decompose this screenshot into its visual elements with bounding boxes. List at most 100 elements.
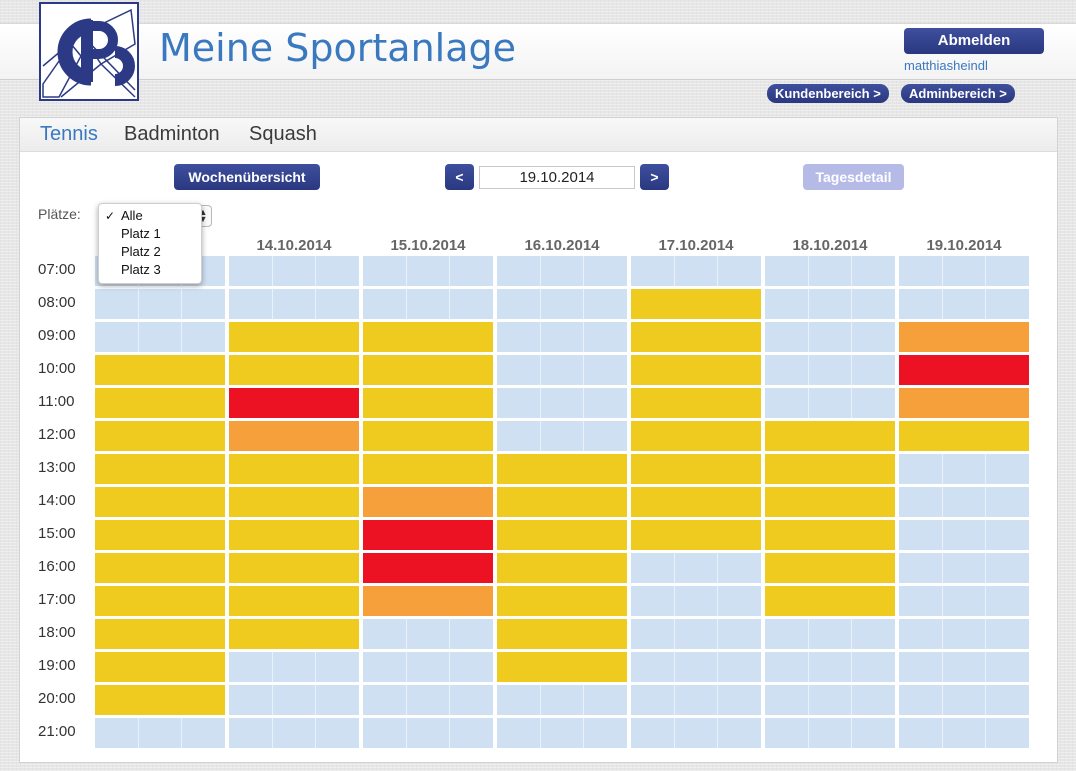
timeslot-cell[interactable] bbox=[95, 322, 225, 352]
timeslot-cell[interactable] bbox=[229, 619, 359, 649]
timeslot-cell[interactable] bbox=[631, 487, 761, 517]
logo[interactable] bbox=[39, 2, 139, 101]
timeslot-cell[interactable] bbox=[363, 322, 493, 352]
timeslot-cell[interactable] bbox=[229, 256, 359, 286]
tab-squash[interactable]: Squash bbox=[249, 123, 317, 146]
timeslot-cell[interactable] bbox=[631, 289, 761, 319]
timeslot-cell[interactable] bbox=[229, 355, 359, 385]
timeslot-cell[interactable] bbox=[497, 289, 627, 319]
timeslot-cell[interactable] bbox=[497, 421, 627, 451]
timeslot-cell[interactable] bbox=[229, 553, 359, 583]
timeslot-cell[interactable] bbox=[363, 586, 493, 616]
timeslot-cell[interactable] bbox=[631, 718, 761, 748]
username-link[interactable]: matthiasheindl bbox=[904, 58, 988, 73]
courts-dropdown[interactable]: ✓ Alle Platz 1 Platz 2 Platz 3 bbox=[98, 203, 202, 284]
timeslot-cell[interactable] bbox=[631, 619, 761, 649]
timeslot-cell[interactable] bbox=[765, 487, 895, 517]
timeslot-cell[interactable] bbox=[765, 652, 895, 682]
timeslot-cell[interactable] bbox=[899, 487, 1029, 517]
timeslot-cell[interactable] bbox=[229, 421, 359, 451]
timeslot-cell[interactable] bbox=[765, 619, 895, 649]
timeslot-cell[interactable] bbox=[765, 256, 895, 286]
timeslot-cell[interactable] bbox=[899, 586, 1029, 616]
timeslot-cell[interactable] bbox=[95, 487, 225, 517]
customer-area-button[interactable]: Kundenbereich > bbox=[767, 84, 889, 103]
timeslot-cell[interactable] bbox=[631, 652, 761, 682]
week-overview-button[interactable]: Wochenübersicht bbox=[174, 164, 320, 190]
timeslot-cell[interactable] bbox=[899, 619, 1029, 649]
timeslot-cell[interactable] bbox=[631, 256, 761, 286]
timeslot-cell[interactable] bbox=[497, 520, 627, 550]
timeslot-cell[interactable] bbox=[631, 553, 761, 583]
timeslot-cell[interactable] bbox=[899, 685, 1029, 715]
timeslot-cell[interactable] bbox=[95, 718, 225, 748]
timeslot-cell[interactable] bbox=[899, 421, 1029, 451]
timeslot-cell[interactable] bbox=[497, 652, 627, 682]
timeslot-cell[interactable] bbox=[229, 520, 359, 550]
timeslot-cell[interactable] bbox=[95, 586, 225, 616]
prev-day-button[interactable]: < bbox=[445, 164, 474, 190]
timeslot-cell[interactable] bbox=[497, 619, 627, 649]
timeslot-cell[interactable] bbox=[765, 553, 895, 583]
timeslot-cell[interactable] bbox=[497, 685, 627, 715]
timeslot-cell[interactable] bbox=[229, 454, 359, 484]
tab-badminton[interactable]: Badminton bbox=[124, 123, 220, 146]
timeslot-cell[interactable] bbox=[95, 520, 225, 550]
day-detail-button[interactable]: Tagesdetail bbox=[803, 164, 904, 190]
dropdown-option-platz-3[interactable]: Platz 3 bbox=[99, 261, 201, 279]
dropdown-option-platz-2[interactable]: Platz 2 bbox=[99, 243, 201, 261]
dropdown-option-platz-1[interactable]: Platz 1 bbox=[99, 225, 201, 243]
timeslot-cell[interactable] bbox=[899, 322, 1029, 352]
timeslot-cell[interactable] bbox=[363, 289, 493, 319]
timeslot-cell[interactable] bbox=[95, 421, 225, 451]
timeslot-cell[interactable] bbox=[631, 322, 761, 352]
timeslot-cell[interactable] bbox=[95, 619, 225, 649]
timeslot-cell[interactable] bbox=[497, 454, 627, 484]
timeslot-cell[interactable] bbox=[229, 487, 359, 517]
timeslot-cell[interactable] bbox=[765, 520, 895, 550]
timeslot-cell[interactable] bbox=[899, 553, 1029, 583]
timeslot-cell[interactable] bbox=[95, 388, 225, 418]
timeslot-cell[interactable] bbox=[899, 355, 1029, 385]
admin-area-button[interactable]: Adminbereich > bbox=[901, 84, 1015, 103]
timeslot-cell[interactable] bbox=[363, 685, 493, 715]
timeslot-cell[interactable] bbox=[497, 586, 627, 616]
timeslot-cell[interactable] bbox=[631, 388, 761, 418]
timeslot-cell[interactable] bbox=[363, 553, 493, 583]
timeslot-cell[interactable] bbox=[363, 355, 493, 385]
timeslot-cell[interactable] bbox=[631, 421, 761, 451]
timeslot-cell[interactable] bbox=[497, 256, 627, 286]
timeslot-cell[interactable] bbox=[363, 652, 493, 682]
timeslot-cell[interactable] bbox=[765, 322, 895, 352]
timeslot-cell[interactable] bbox=[899, 256, 1029, 286]
next-day-button[interactable]: > bbox=[640, 164, 669, 190]
timeslot-cell[interactable] bbox=[631, 586, 761, 616]
timeslot-cell[interactable] bbox=[497, 487, 627, 517]
timeslot-cell[interactable] bbox=[95, 553, 225, 583]
timeslot-cell[interactable] bbox=[765, 421, 895, 451]
timeslot-cell[interactable] bbox=[363, 487, 493, 517]
timeslot-cell[interactable] bbox=[95, 685, 225, 715]
timeslot-cell[interactable] bbox=[363, 718, 493, 748]
timeslot-cell[interactable] bbox=[95, 355, 225, 385]
timeslot-cell[interactable] bbox=[765, 586, 895, 616]
timeslot-cell[interactable] bbox=[899, 652, 1029, 682]
timeslot-cell[interactable] bbox=[765, 388, 895, 418]
tab-tennis[interactable]: Tennis bbox=[40, 123, 98, 146]
timeslot-cell[interactable] bbox=[899, 520, 1029, 550]
timeslot-cell[interactable] bbox=[497, 322, 627, 352]
timeslot-cell[interactable] bbox=[631, 355, 761, 385]
timeslot-cell[interactable] bbox=[899, 388, 1029, 418]
timeslot-cell[interactable] bbox=[631, 454, 761, 484]
timeslot-cell[interactable] bbox=[229, 718, 359, 748]
dropdown-option-alle[interactable]: ✓ Alle bbox=[99, 207, 201, 225]
timeslot-cell[interactable] bbox=[497, 388, 627, 418]
timeslot-cell[interactable] bbox=[363, 256, 493, 286]
timeslot-cell[interactable] bbox=[95, 652, 225, 682]
timeslot-cell[interactable] bbox=[363, 454, 493, 484]
logout-button[interactable]: Abmelden bbox=[904, 28, 1044, 54]
timeslot-cell[interactable] bbox=[363, 421, 493, 451]
timeslot-cell[interactable] bbox=[631, 685, 761, 715]
timeslot-cell[interactable] bbox=[631, 520, 761, 550]
timeslot-cell[interactable] bbox=[497, 553, 627, 583]
